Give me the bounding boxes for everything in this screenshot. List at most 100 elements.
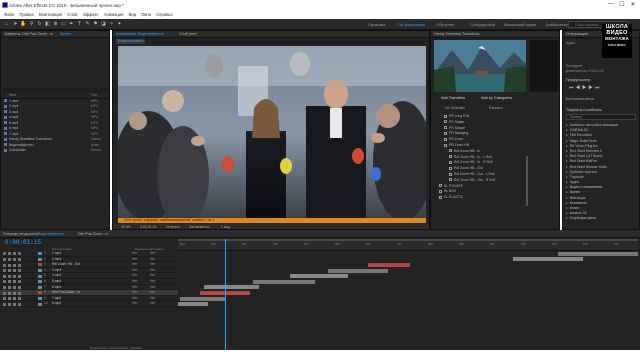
layer-clip-bar[interactable] [368, 263, 410, 267]
label-color-swatch[interactable] [38, 285, 42, 289]
eraser-tool-icon[interactable]: ◪ [100, 21, 107, 28]
audio-speaker-icon[interactable] [8, 291, 11, 295]
minimize-button[interactable]: — [606, 1, 616, 7]
workspace-libraries[interactable]: Библиотеки [546, 22, 568, 27]
pan-behind-tool-icon[interactable]: ⊕ [52, 21, 59, 28]
layer-clip-bar[interactable] [513, 257, 583, 262]
solo-icon[interactable] [13, 291, 16, 295]
solo-icon[interactable] [13, 252, 16, 256]
audio-speaker-icon[interactable] [8, 263, 11, 267]
effects-search-input[interactable]: Пример [566, 114, 636, 120]
checkbox-icon[interactable] [439, 195, 442, 199]
snap-checkbox-label[interactable]: Привязка [368, 22, 385, 27]
visibility-eye-icon[interactable] [3, 285, 6, 289]
selection-tool-icon[interactable]: ➤ [12, 21, 19, 28]
menu-help[interactable]: Справка [156, 11, 172, 19]
checkbox-icon[interactable] [444, 120, 447, 124]
audio-speaker-icon[interactable] [8, 257, 11, 261]
label-color-swatch[interactable] [38, 263, 42, 267]
visibility-eye-icon[interactable] [3, 263, 6, 267]
workspace-standard[interactable]: Стандартный [470, 22, 495, 27]
transition-tree-item[interactable]: SL ELASTIC [437, 195, 537, 201]
lock-icon[interactable] [18, 274, 21, 278]
add-transition-button[interactable]: Add Transition [441, 96, 465, 100]
label-color-swatch[interactable] [38, 302, 42, 306]
tab-effect-timeline[interactable]: Dist Pow Zoom - in [78, 231, 108, 237]
checkbox-icon[interactable] [439, 184, 442, 188]
menu-layer[interactable]: Слой [67, 11, 77, 19]
layer-clip-bar[interactable] [178, 302, 208, 307]
lock-icon[interactable] [18, 257, 21, 261]
resolution-select[interactable]: Четверть [165, 225, 180, 229]
workspace-learn[interactable]: Обучение [436, 22, 454, 27]
layer-clip-bar[interactable] [290, 274, 348, 279]
audio-speaker-icon[interactable] [8, 252, 11, 256]
stamp-tool-icon[interactable]: ⚑ [92, 21, 99, 28]
camera-tool-icon[interactable]: ◧ [44, 21, 51, 28]
libraries-label[interactable]: Библиотеки ветки [566, 97, 594, 101]
visibility-eye-icon[interactable] [3, 257, 6, 261]
viewer-timecode[interactable]: 0:00:01:15 [140, 225, 157, 229]
tab-render-queue[interactable]: Очередь рендеринга [3, 231, 38, 237]
text-tool-icon[interactable]: T [76, 21, 83, 28]
audio-speaker-icon[interactable] [8, 297, 11, 301]
layer-parent[interactable]: Нет [150, 301, 156, 307]
tab-composition[interactable]: Композиция: Видеоэффекты [116, 32, 164, 36]
menu-animation[interactable]: Анимация [104, 11, 124, 19]
hand-tool-icon[interactable]: ✋ [20, 21, 27, 28]
solo-icon[interactable] [13, 280, 16, 284]
checkbox-icon[interactable] [444, 132, 447, 135]
visibility-eye-icon[interactable] [3, 297, 6, 301]
effects-presets-label[interactable]: Эффекты и шаблоны [566, 108, 602, 112]
checkbox-icon[interactable] [444, 143, 447, 147]
lock-icon[interactable] [18, 291, 21, 295]
label-color-swatch[interactable] [38, 257, 42, 261]
checkbox-icon[interactable] [444, 126, 447, 130]
layer-clip-bar[interactable] [204, 285, 259, 290]
menu-edit[interactable]: Правка [19, 11, 33, 19]
checkbox-icon[interactable] [449, 178, 452, 182]
brush-tool-icon[interactable]: ✎ [84, 21, 91, 28]
checkbox-icon[interactable] [444, 114, 447, 118]
views-select[interactable]: 1 вид [221, 225, 230, 229]
preview-transport-controls[interactable]: ⏮◀▶▶⏭ [569, 85, 601, 91]
lock-icon[interactable] [18, 285, 21, 289]
audio-speaker-icon[interactable] [8, 274, 11, 278]
solo-icon[interactable] [13, 302, 16, 306]
visibility-eye-icon[interactable] [3, 269, 6, 273]
visibility-eye-icon[interactable] [3, 302, 6, 306]
camera-select[interactable]: Активная ка... [189, 225, 212, 229]
audio-speaker-icon[interactable] [8, 285, 11, 289]
menu-composition[interactable]: Композиция [39, 11, 62, 19]
lock-icon[interactable] [18, 280, 21, 284]
work-area-bar[interactable] [178, 239, 638, 241]
expression-error-banner[interactable]: Этот проект содержит ошибки выражений: о… [118, 218, 426, 223]
lock-icon[interactable] [18, 263, 21, 267]
tab-comp-timeline[interactable]: Видеоэффекты [38, 231, 64, 237]
layer-clip-bar[interactable] [558, 251, 638, 256]
close-button[interactable]: ✕ [628, 1, 638, 8]
add-by-categories-button[interactable]: Add by Categories [481, 96, 512, 100]
layer-clip-bar[interactable] [180, 296, 225, 301]
menu-window[interactable]: Окно [141, 11, 151, 19]
tab-effect-controls[interactable]: Эффекты: Dist Pow Zoom - in [4, 32, 53, 36]
project-item[interactable]: Сплошные Папка [1, 148, 109, 154]
solo-icon[interactable] [13, 263, 16, 267]
lock-icon[interactable] [18, 297, 21, 301]
rotate-tool-icon[interactable]: ↻ [36, 21, 43, 28]
current-time-indicator[interactable] [225, 239, 226, 350]
solo-icon[interactable] [13, 285, 16, 289]
checkbox-icon[interactable] [449, 166, 452, 170]
effects-category[interactable]: ▸ Коррекция цвета [566, 216, 639, 221]
audio-speaker-icon[interactable] [8, 302, 11, 306]
layer-clip-bar[interactable] [328, 268, 388, 273]
checkbox-icon[interactable] [449, 155, 452, 159]
home-icon[interactable]: ⌂ [3, 21, 10, 28]
menu-view[interactable]: Вид [129, 11, 137, 19]
label-color-swatch[interactable] [38, 252, 42, 256]
lock-icon[interactable] [18, 269, 21, 273]
visibility-eye-icon[interactable] [3, 291, 6, 295]
layer-name[interactable]: 6.mp4 [52, 301, 61, 307]
zoom-tool-icon[interactable]: ⚲ [28, 21, 35, 28]
solo-icon[interactable] [13, 274, 16, 278]
